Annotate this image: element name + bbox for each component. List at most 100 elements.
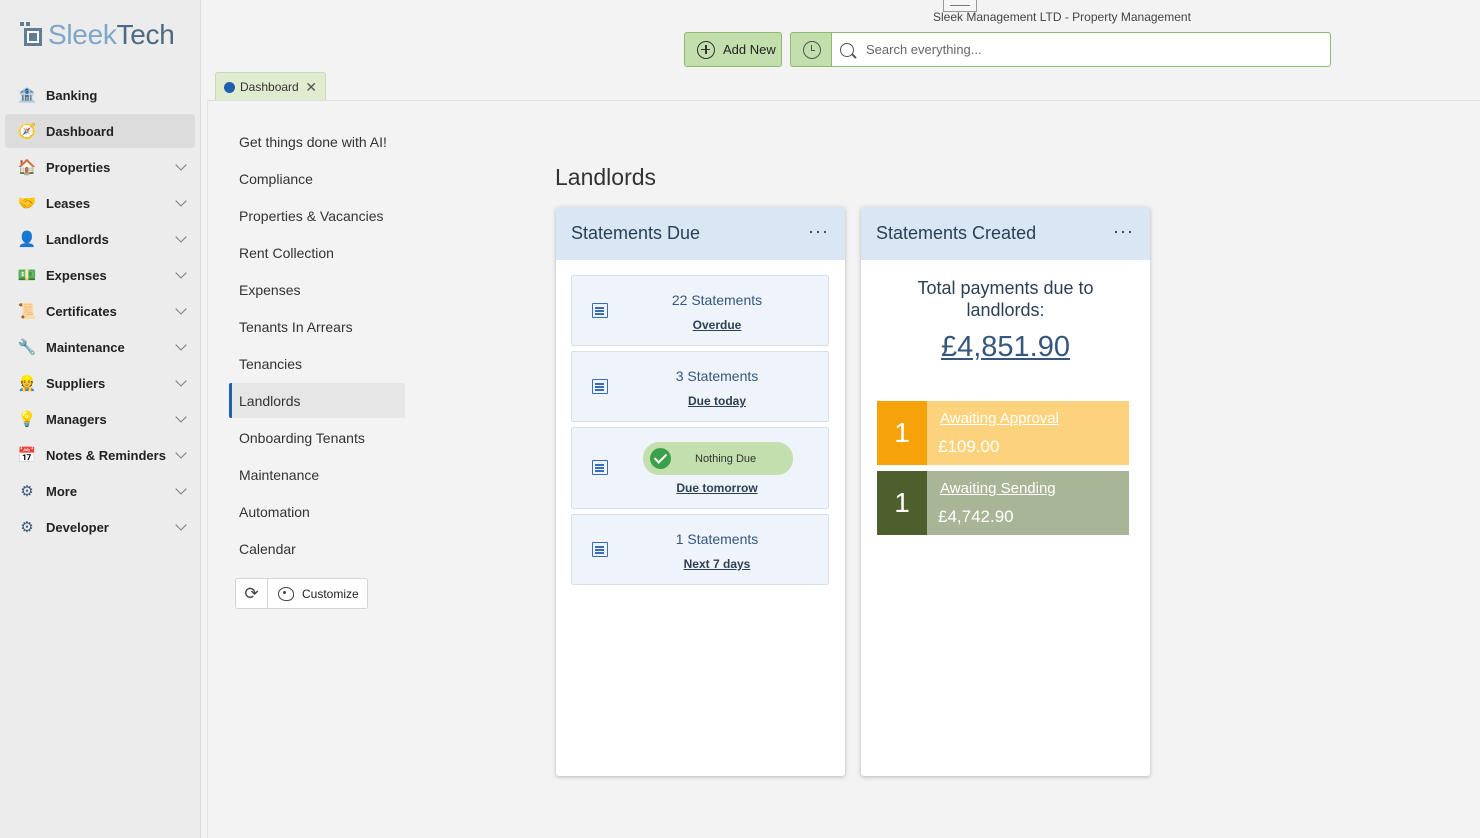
wrench-icon: 🔧 [17, 339, 37, 356]
search-icon [840, 42, 854, 57]
sidebar-item-label: More [46, 483, 78, 499]
chevron-down-icon[interactable] [175, 339, 187, 351]
statements-due-card: Statements Due ··· 22 Statements Overdue… [556, 207, 845, 776]
nothing-due-badge: Nothing Due [643, 442, 793, 475]
sidebar-item-managers[interactable]: 💡 Managers [5, 402, 195, 436]
statement-row-due-tomorrow[interactable]: Nothing Due Due tomorrow [571, 427, 829, 509]
sidebar-item-more[interactable]: ⚙ More [5, 474, 195, 508]
statement-count: 22 Statements [671, 292, 763, 308]
subnav-item-tenancies[interactable]: Tenancies [229, 346, 405, 381]
status-label[interactable]: Awaiting Sending [940, 480, 1056, 497]
chevron-down-icon[interactable] [175, 483, 187, 495]
house-icon: 🏠 [17, 159, 37, 176]
subnav-item-maintenance[interactable]: Maintenance [229, 457, 405, 492]
card-header: Statements Due ··· [556, 207, 845, 260]
close-icon[interactable]: ✕ [305, 79, 317, 96]
subnav-item-expenses[interactable]: Expenses [229, 272, 405, 307]
subnav-item-calendar[interactable]: Calendar [229, 531, 405, 566]
status-count: 1 [877, 471, 927, 535]
badge-label: Nothing Due [695, 452, 757, 465]
logo-text-sleek: Sleek [48, 19, 117, 50]
statement-count: 3 Statements [675, 368, 759, 384]
sidebar-item-label: Suppliers [46, 375, 106, 391]
more-options-icon[interactable]: ··· [808, 221, 829, 242]
person-icon: 👤 [17, 231, 37, 248]
chevron-down-icon[interactable] [175, 411, 187, 423]
sidebar-item-expenses[interactable]: 💵 Expenses [5, 258, 195, 292]
history-button[interactable] [790, 32, 832, 67]
bank-icon: 🏦 [17, 87, 37, 104]
dashboard-tab-icon [224, 81, 235, 93]
refresh-button[interactable]: ⟳ [236, 579, 268, 608]
subnav-item-onboarding-tenants[interactable]: Onboarding Tenants [229, 420, 405, 455]
handshake-icon: 🤝 [17, 195, 37, 212]
statement-row-due-today[interactable]: 3 Statements Due today [571, 351, 829, 422]
cog-icon: ⚙ [20, 519, 34, 536]
sidebar-item-label: Leases [46, 195, 91, 211]
status-label[interactable]: Awaiting Approval [940, 410, 1059, 427]
search-input[interactable] [866, 42, 1306, 57]
sidebar-item-label: Notes & Reminders [46, 447, 166, 463]
sidebar-item-maintenance[interactable]: 🔧 Maintenance [5, 330, 195, 364]
statement-row-overdue[interactable]: 22 Statements Overdue [571, 275, 829, 346]
subnav-item-automation[interactable]: Automation [229, 494, 405, 529]
sidebar-item-properties[interactable]: 🏠 Properties [5, 150, 195, 184]
subnav-item-properties-vacancies[interactable]: Properties & Vacancies [229, 198, 405, 233]
sidebar-item-notes-reminders[interactable]: 📅 Notes & Reminders [5, 438, 195, 472]
history-icon [802, 40, 821, 59]
plus-circle-icon [697, 40, 715, 59]
add-new-button[interactable]: Add New [684, 32, 782, 67]
chevron-down-icon[interactable] [175, 159, 187, 171]
add-new-label: Add New [723, 42, 776, 57]
sidebar-item-label: Managers [46, 411, 107, 427]
sidebar-item-dashboard[interactable]: 🧭 Dashboard [5, 114, 195, 148]
subnav-item-landlords[interactable]: Landlords [229, 383, 405, 418]
statement-count: 1 Statements [675, 531, 759, 547]
more-options-icon[interactable]: ··· [1113, 221, 1134, 242]
subnav-item-compliance[interactable]: Compliance [229, 161, 405, 196]
sidebar-item-developer[interactable]: ⚙ Developer [5, 510, 195, 544]
statement-link[interactable]: Next 7 days [572, 557, 862, 571]
subnav-item-tenants-in-arrears[interactable]: Tenants In Arrears [229, 309, 405, 344]
sidebar-item-suppliers[interactable]: 👷 Suppliers [5, 366, 195, 400]
statement-row-next-7-days[interactable]: 1 Statements Next 7 days [571, 514, 829, 585]
chevron-down-icon[interactable] [175, 195, 187, 207]
customize-button[interactable]: Customize [268, 579, 367, 608]
card-title: Statements Due [571, 223, 701, 243]
sidebar-item-label: Expenses [46, 267, 107, 283]
statement-link[interactable]: Overdue [572, 318, 862, 332]
tab-dashboard[interactable]: Dashboard ✕ [215, 72, 326, 101]
status-awaiting-sending[interactable]: 1 Awaiting Sending £4,742.90 [877, 471, 1129, 535]
status-awaiting-approval[interactable]: 1 Awaiting Approval £109.00 [877, 401, 1129, 465]
chevron-down-icon[interactable] [175, 375, 187, 387]
chevron-down-icon[interactable] [175, 519, 187, 531]
statement-link[interactable]: Due tomorrow [572, 481, 862, 495]
sidebar-item-landlords[interactable]: 👤 Landlords [5, 222, 195, 256]
subnav-item-ai[interactable]: Get things done with AI! [229, 124, 405, 159]
sidebar-item-label: Certificates [46, 303, 117, 319]
sidebar-nav: 🏦 Banking 🧭 Dashboard 🏠 Properties 🤝 Lea… [5, 78, 195, 546]
header-title: Sleek Management LTD - Property Manageme… [933, 10, 1191, 24]
tab-label: Dashboard [240, 80, 299, 94]
logo-text-tech: Tech [116, 19, 175, 50]
chevron-down-icon[interactable] [175, 231, 187, 243]
chevron-down-icon[interactable] [175, 303, 187, 315]
sidebar-item-certificates[interactable]: 📜 Certificates [5, 294, 195, 328]
refresh-icon: ⟳ [244, 583, 259, 603]
customize-label: Customize [302, 586, 359, 601]
chevron-down-icon[interactable] [175, 267, 187, 279]
sidebar-item-label: Maintenance [46, 339, 125, 355]
chevron-down-icon[interactable] [175, 447, 187, 459]
calendar-icon: 📅 [17, 447, 37, 464]
total-payments-value[interactable]: £4,851.90 [861, 331, 1150, 364]
search-bar [831, 32, 1331, 67]
worker-icon: 👷 [17, 375, 37, 392]
sidebar-item-leases[interactable]: 🤝 Leases [5, 186, 195, 220]
statements-created-card: Statements Created ··· Total payments du… [861, 207, 1150, 776]
sidebar-item-banking[interactable]: 🏦 Banking [5, 78, 195, 112]
dashboard-tools: ⟳ Customize [235, 578, 368, 609]
subnav-item-rent-collection[interactable]: Rent Collection [229, 235, 405, 270]
statement-link[interactable]: Due today [572, 394, 862, 408]
sidebar-item-label: Landlords [46, 231, 109, 247]
logo[interactable]: SleekTech [20, 18, 175, 52]
